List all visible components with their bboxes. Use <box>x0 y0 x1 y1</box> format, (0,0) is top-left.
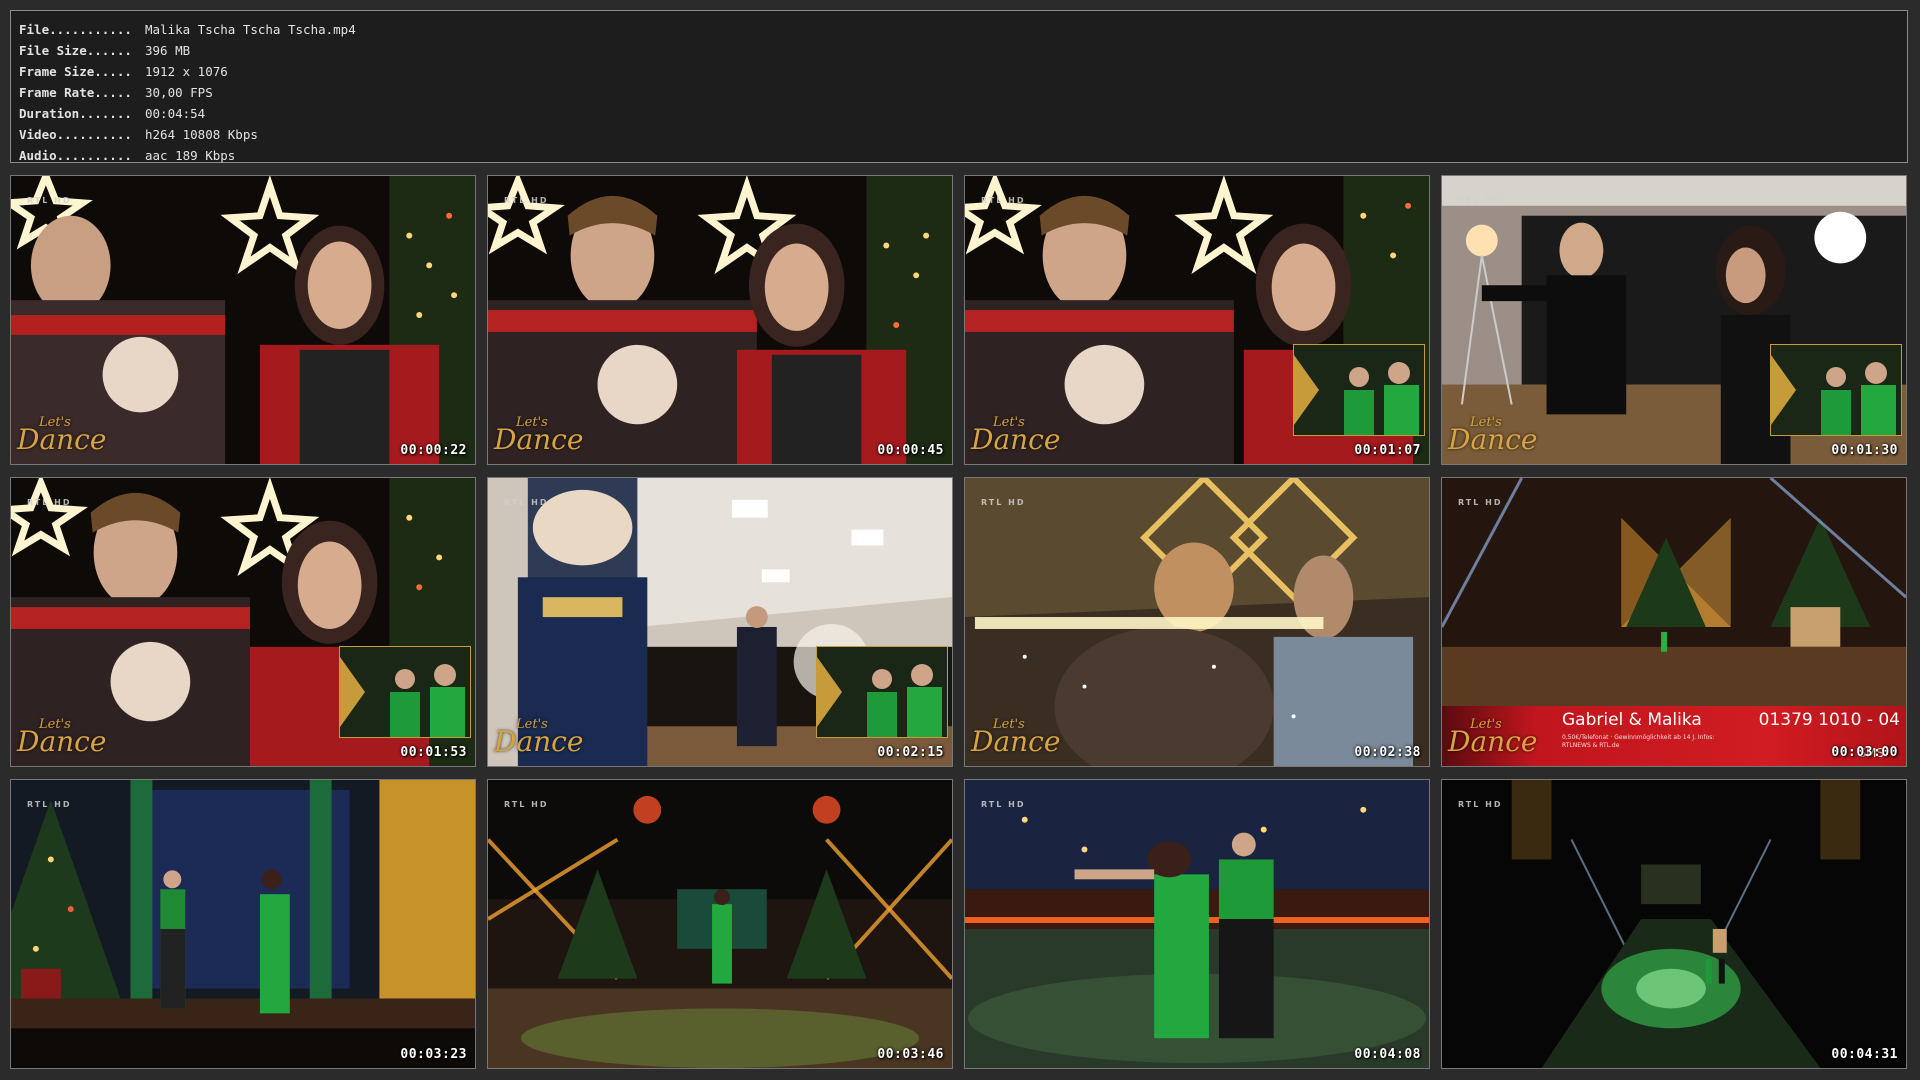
channel-logo: RTL HD <box>27 196 72 205</box>
lets-dance-logo: Let's Dance <box>494 416 583 454</box>
info-key: Audio.......... <box>19 148 132 163</box>
thumbnail-1[interactable]: RTL HD Let's Dance 00:00:22 <box>10 175 476 465</box>
info-row-frame-rate: Frame Rate..... 30,00 FPS <box>19 82 1907 103</box>
thumbnail-6[interactable]: RTL HD Let's Dance 00:02:15 <box>487 477 953 767</box>
timestamp: 00:02:38 <box>1354 745 1421 760</box>
logo-line2: Dance <box>971 725 1061 758</box>
timestamp: 00:03:46 <box>877 1047 944 1062</box>
timestamp: 00:01:30 <box>1831 443 1898 458</box>
thumbnail-5[interactable]: RTL HD Let's Dance 00:01:53 <box>10 477 476 767</box>
lets-dance-logo: Let's Dance <box>1448 416 1537 454</box>
info-value: aac 189 Kbps <box>145 148 236 163</box>
thumbnail-9[interactable]: RTL HD 00:03:23 <box>10 779 476 1069</box>
info-value: 1912 x 1076 <box>145 64 228 79</box>
timestamp: 00:02:15 <box>877 745 944 760</box>
info-key: Frame Size..... <box>19 64 132 79</box>
frame-image <box>965 780 1429 1068</box>
channel-logo: RTL HD <box>1458 800 1503 809</box>
info-key: File........... <box>19 22 132 37</box>
timestamp: 00:03:23 <box>400 1047 467 1062</box>
frame-image <box>488 780 952 1068</box>
frame-image <box>1442 780 1906 1068</box>
logo-line2: Dance <box>494 725 584 758</box>
couple-name: Gabriel & Malika <box>1562 710 1702 730</box>
info-row-audio: Audio.......... aac 189 Kbps <box>19 145 1907 166</box>
vote-phone-number: 01379 1010 - 04 <box>1758 710 1900 730</box>
thumbnail-10[interactable]: RTL HD 00:03:46 <box>487 779 953 1069</box>
picture-in-picture <box>339 646 471 738</box>
lets-dance-logo: Let's Dance <box>17 718 106 756</box>
channel-logo: RTL HD <box>27 800 72 809</box>
info-value: 00:04:54 <box>145 106 206 121</box>
lets-dance-logo: Let's Dance <box>494 718 583 756</box>
channel-logo: RTL HD <box>504 498 549 507</box>
picture-in-picture <box>1293 344 1425 436</box>
timestamp: 00:04:08 <box>1354 1047 1421 1062</box>
channel-logo: RTL HD <box>981 196 1026 205</box>
picture-in-picture <box>816 646 948 738</box>
info-value: h264 10808 Kbps <box>145 127 258 142</box>
lets-dance-logo: Let's Dance <box>17 416 106 454</box>
info-row-video: Video.......... h264 10808 Kbps <box>19 124 1907 145</box>
channel-logo: RTL HD <box>1458 196 1503 205</box>
info-value: Malika Tscha Tscha Tscha.mp4 <box>145 22 356 37</box>
timestamp: 00:01:07 <box>1354 443 1421 458</box>
thumbnail-4[interactable]: RTL HD Let's Dance 00:01:30 <box>1441 175 1907 465</box>
info-row-frame-size: Frame Size..... 1912 x 1076 <box>19 61 1907 82</box>
picture-in-picture <box>1770 344 1902 436</box>
logo-line2: Dance <box>971 423 1061 456</box>
info-key: Duration....... <box>19 106 132 121</box>
info-key: Frame Rate..... <box>19 85 132 100</box>
info-value: 396 MB <box>145 43 191 58</box>
logo-line2: Dance <box>1448 423 1538 456</box>
info-value: 30,00 FPS <box>145 85 213 100</box>
timestamp: 00:03:00 <box>1831 745 1898 760</box>
lets-dance-logo: Let's Dance <box>971 416 1060 454</box>
info-key: Video.......... <box>19 127 132 142</box>
file-info-panel: File........... Malika Tscha Tscha Tscha.… <box>10 10 1908 163</box>
lets-dance-logo: Let's Dance <box>1448 718 1537 756</box>
info-row-file: File........... Malika Tscha Tscha Tscha.… <box>19 19 1907 40</box>
channel-logo: RTL HD <box>504 196 549 205</box>
timestamp: 00:00:45 <box>877 443 944 458</box>
vote-disclaimer: 0,50€/Telefonat · Gewinnmöglichkeit ab 1… <box>1562 734 1715 749</box>
logo-line2: Dance <box>1448 725 1538 758</box>
thumbnail-12[interactable]: RTL HD 00:04:31 <box>1441 779 1907 1069</box>
timestamp: 00:01:53 <box>400 745 467 760</box>
thumbnail-3[interactable]: RTL HD Let's Dance 00:01:07 <box>964 175 1430 465</box>
logo-line2: Dance <box>17 725 107 758</box>
lets-dance-logo: Let's Dance <box>971 718 1060 756</box>
info-key: File Size...... <box>19 43 132 58</box>
thumbnail-2[interactable]: RTL HD Let's Dance 00:00:45 <box>487 175 953 465</box>
info-row-duration: Duration....... 00:04:54 <box>19 103 1907 124</box>
thumbnail-11[interactable]: RTL HD 00:04:08 <box>964 779 1430 1069</box>
timestamp: 00:04:31 <box>1831 1047 1898 1062</box>
info-row-file-size: File Size...... 396 MB <box>19 40 1907 61</box>
frame-image <box>11 780 475 1068</box>
channel-logo: RTL HD <box>504 800 549 809</box>
channel-logo: RTL HD <box>981 498 1026 507</box>
timestamp: 00:00:22 <box>400 443 467 458</box>
thumbnail-7[interactable]: RTL HD Let's Dance 00:02:38 <box>964 477 1430 767</box>
channel-logo: RTL HD <box>1458 498 1503 507</box>
channel-logo: RTL HD <box>981 800 1026 809</box>
channel-logo: RTL HD <box>27 498 72 507</box>
logo-line2: Dance <box>494 423 584 456</box>
thumbnail-8[interactable]: Gabriel & Malika 01379 1010 - 04 0,50€/T… <box>1441 477 1907 767</box>
logo-line2: Dance <box>17 423 107 456</box>
